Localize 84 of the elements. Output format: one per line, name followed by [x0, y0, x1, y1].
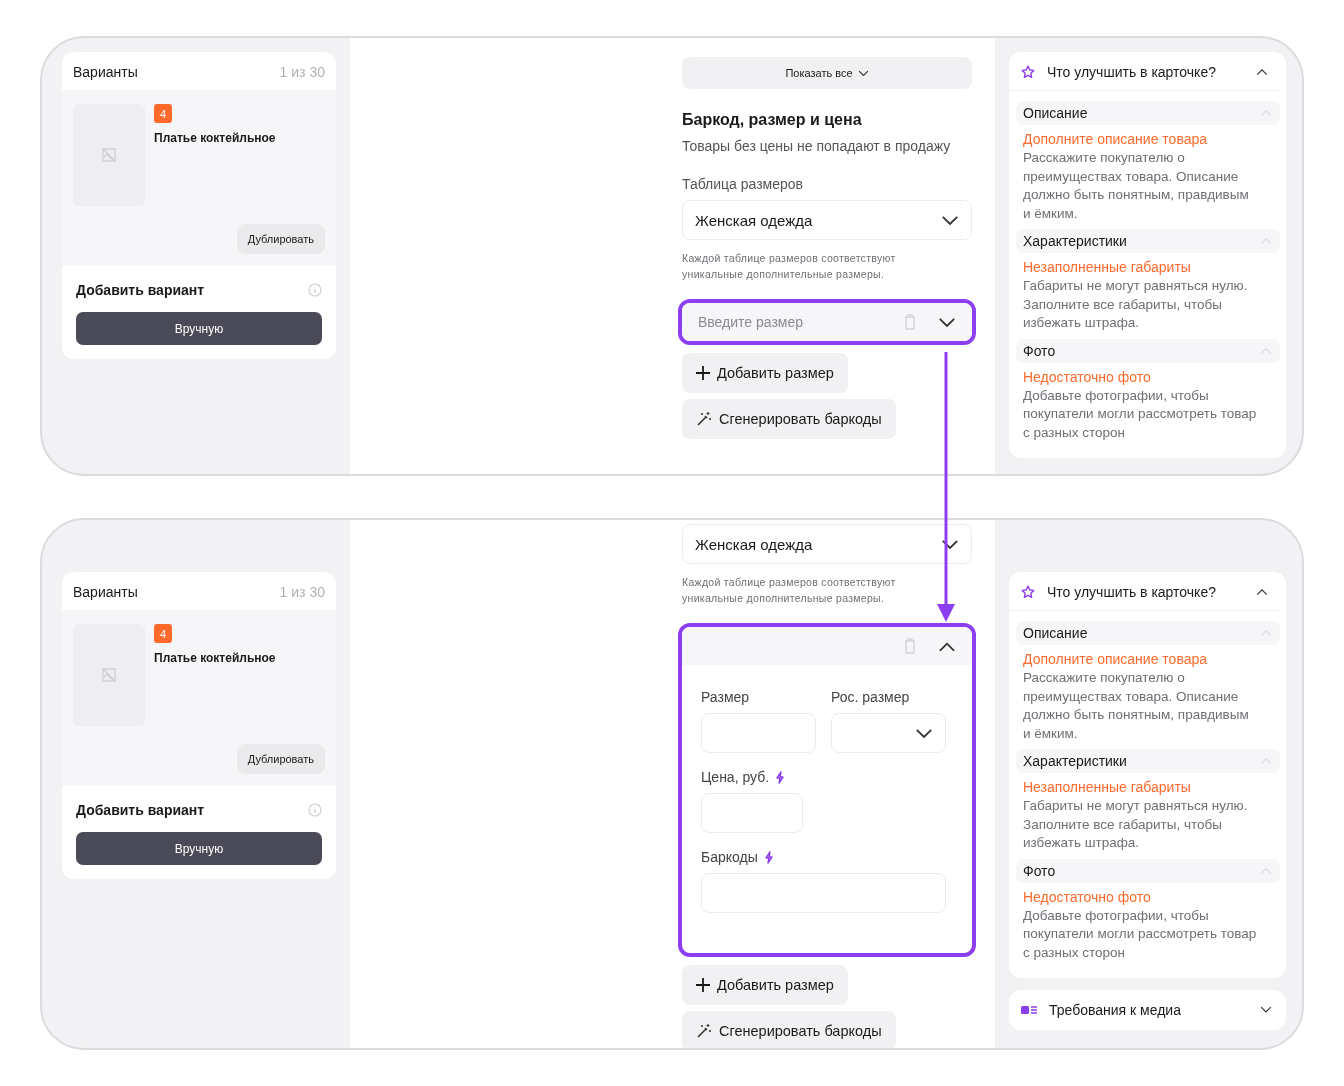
chevron-up-icon: [1256, 588, 1268, 596]
star-icon: [1021, 585, 1035, 599]
field-label: Цена, руб.: [701, 769, 770, 785]
tip-text: Габариты не могут равняться нулю. Заполните все габариты, чтобы избежать штрафа.: [1022, 277, 1249, 332]
tip-text: Добавьте фотографии, чтобы покупатели могли рассмотреть товар с разных сторон: [1022, 386, 1258, 442]
size-table-select[interactable]: Женская одежда: [682, 200, 972, 240]
warning-text: Незаполненные габариты: [1022, 258, 1192, 277]
field-label: Рос. размер: [831, 689, 910, 705]
manual-button[interactable]: Вручную: [76, 312, 322, 345]
chevron-up-icon: [1260, 346, 1272, 355]
variant-item[interactable]: 4 Платье коктейльное Дублировать: [62, 90, 336, 266]
info-icon[interactable]: [308, 283, 322, 297]
warning-text: Дополните описание товара: [1022, 130, 1209, 149]
tips-title: Что улучшить в карточке?: [1047, 64, 1217, 80]
warning-text: Незаполненные габариты: [1022, 778, 1192, 797]
duplicate-button[interactable]: Дублировать: [236, 744, 325, 774]
lightning-icon: [775, 770, 786, 784]
magic-wand-icon: [696, 411, 712, 427]
warning-text: Дополните описание товара: [1022, 650, 1209, 669]
variants-counter: 1 из 30: [279, 64, 325, 80]
generate-barcodes-button[interactable]: Сгенерировать баркоды: [682, 1011, 896, 1048]
tip-text: Расскажите покупателю о преимуществах товара. Описание должно быть понятным, правдивым и ёмким.: [1022, 149, 1250, 223]
tip-text: Добавьте фотографии, чтобы покупатели могли рассмотреть товар с разных сторон: [1022, 906, 1258, 962]
variant-item[interactable]: 4 Платье коктейльное Дублировать: [62, 610, 336, 786]
no-image-icon: [101, 147, 117, 163]
section-header[interactable]: Характеристики: [1016, 749, 1280, 773]
chevron-down-icon: [941, 538, 959, 550]
info-icon[interactable]: [308, 803, 322, 817]
plus-icon: [696, 366, 710, 380]
media-requirements[interactable]: Требования к медиа: [1009, 990, 1286, 1030]
trash-icon[interactable]: [904, 314, 916, 330]
size-select[interactable]: [831, 713, 946, 753]
add-size-button[interactable]: Добавить размер: [682, 353, 848, 393]
section-heading: Баркод, размер и цена: [682, 111, 863, 129]
tips-title: Что улучшить в карточке?: [1047, 584, 1217, 600]
chevron-down-icon: [941, 214, 959, 226]
add-size-button[interactable]: Добавить размер: [682, 965, 848, 1005]
chevron-down-icon: [857, 69, 869, 77]
product-name: Платье коктейльное: [154, 131, 276, 145]
field-label: Таблица размеров: [682, 176, 805, 192]
warning-text: Недостаточно фото: [1022, 887, 1152, 907]
hint-text: Каждой таблице размеров соответствуют уникальные дополнительные размеры.: [682, 575, 897, 606]
chevron-up-icon: [1256, 68, 1268, 76]
chevron-down-icon: [915, 727, 933, 739]
chevron-down-icon: [1260, 1006, 1272, 1014]
chevron-up-icon: [1260, 757, 1272, 765]
tip-text: Расскажите покупателю о преимуществах товара. Описание должно быть понятным, правдивым и ёмким.: [1022, 669, 1250, 743]
chevron-down-icon: [938, 316, 956, 328]
variant-count: 4: [154, 104, 172, 123]
add-variant-title: Добавить вариант: [76, 802, 205, 818]
star-icon: [1021, 65, 1035, 79]
variants-title: Варианты: [73, 64, 138, 80]
media-icon: [1021, 1005, 1037, 1015]
section-header[interactable]: Описание: [1016, 621, 1280, 645]
generate-barcodes-button[interactable]: Сгенерировать баркоды: [682, 399, 896, 439]
no-image-icon: [101, 667, 117, 683]
section-header[interactable]: Описание: [1016, 101, 1280, 125]
show-all-button[interactable]: Показать все: [682, 57, 972, 89]
section-header[interactable]: Фото: [1016, 338, 1280, 363]
variants-title: Варианты: [73, 584, 138, 600]
variant-count: 4: [154, 624, 172, 643]
chevron-up-icon: [1260, 629, 1272, 637]
lightning-icon: [763, 850, 774, 864]
product-name: Платье коктейльное: [154, 651, 276, 665]
chevron-up-icon: [1260, 866, 1272, 875]
trash-icon[interactable]: [904, 638, 916, 654]
duplicate-button[interactable]: Дублировать: [236, 224, 325, 254]
magic-wand-icon: [696, 1023, 712, 1039]
hint-text: Каждой таблице размеров соответствуют уникальные дополнительные размеры.: [682, 251, 897, 282]
field-label: Баркоды: [701, 849, 758, 865]
warning-text: Недостаточно фото: [1022, 367, 1152, 387]
size-table-select[interactable]: Женская одежда: [682, 524, 972, 564]
section-header[interactable]: Фото: [1016, 858, 1280, 883]
section-subtitle: Товары без цены не попадают в продажу: [682, 138, 952, 154]
section-header[interactable]: Характеристики: [1016, 229, 1280, 253]
chevron-up-icon: [938, 640, 956, 652]
add-variant-title: Добавить вариант: [76, 282, 205, 298]
plus-icon: [696, 978, 710, 992]
variants-counter: 1 из 30: [279, 584, 325, 600]
field-label: Размер: [701, 689, 750, 705]
tip-text: Габариты не могут равняться нулю. Заполните все габариты, чтобы избежать штрафа.: [1022, 797, 1249, 852]
chevron-up-icon: [1260, 109, 1272, 117]
manual-button[interactable]: Вручную: [76, 832, 322, 865]
chevron-up-icon: [1260, 237, 1272, 245]
